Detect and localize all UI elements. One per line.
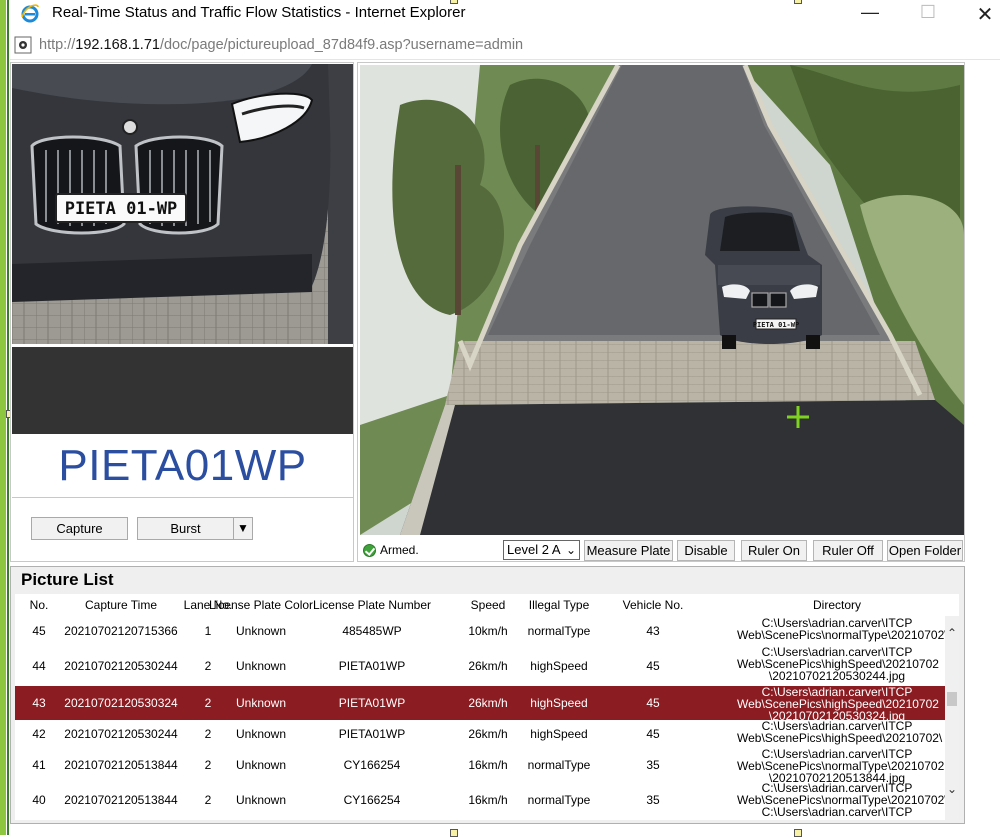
- window-title: Real-Time Status and Traffic Flow Statis…: [52, 4, 466, 21]
- scene-image: PIETA 01-WP: [360, 65, 964, 535]
- internet-explorer-icon: [21, 4, 39, 23]
- capture-button[interactable]: Capture: [31, 517, 128, 540]
- table-cell: 45: [646, 696, 660, 710]
- scroll-thumb[interactable]: [947, 692, 957, 706]
- address-bar[interactable]: http://192.168.1.71/doc/page/pictureuplo…: [10, 30, 1000, 60]
- table-row-selected[interactable]: 43 20210702120530324 2 Unknown PIETA01WP 26km…: [15, 686, 945, 722]
- level-select-value: Level 2 A: [507, 542, 561, 557]
- directory-cell: C:\Users\adrian.carver\ITCP Web\ScenePics…: [737, 748, 944, 784]
- ruler-off-button[interactable]: Ruler Off: [813, 540, 883, 561]
- table-cell: 35: [646, 758, 660, 772]
- table-cell: 43: [646, 624, 660, 638]
- url-prefix: http://: [39, 37, 76, 53]
- table-row[interactable]: 44 20210702120530244 2 Unknown PIETA01WP 26km…: [15, 646, 945, 686]
- resize-handle-bottom[interactable]: [450, 829, 458, 837]
- status-toolbar: Armed. Level 2 A ⌄ Measure Plate Disable…: [360, 539, 964, 561]
- picture-list-title: Picture List: [21, 570, 114, 589]
- picture-list-panel: Picture List No. Capture Time Lane No. Lice…: [10, 566, 965, 824]
- ruler-on-button[interactable]: Ruler On: [741, 540, 807, 561]
- directory-cell: C:\Users\adrian.carver\ITCP Web\ScenePics…: [737, 617, 948, 642]
- table-cell: 45: [646, 727, 660, 741]
- level-select[interactable]: Level 2 A ⌄: [503, 540, 580, 560]
- url-host: 192.168.1.71: [75, 37, 160, 53]
- car-front-image: PIETA 01-WP: [12, 64, 353, 344]
- scene-car-plate-label: PIETA 01-WP: [753, 321, 799, 329]
- maximize-button[interactable]: ☐: [913, 2, 943, 23]
- plate-number-text: PIETA01WP: [58, 441, 307, 490]
- vertical-scrollbar[interactable]: ⌃ ⌄: [945, 616, 959, 820]
- close-button[interactable]: ✕: [970, 2, 1000, 27]
- open-folder-button[interactable]: Open Folder: [887, 540, 963, 561]
- directory-line: Web\ScenePics\highSpeed\20210702\: [737, 731, 943, 745]
- panel-divider: [12, 497, 353, 498]
- directory-cell: C:\Users\adrian.carver\ITCP Web\ScenePics…: [737, 720, 943, 745]
- resize-handle-bottom-right[interactable]: [794, 829, 802, 837]
- table-row[interactable]: 45 20210702120715366 1 Unknown 485485WP 10km/…: [15, 616, 948, 646]
- table-row[interactable]: 41 20210702120513844 2 Unknown CY166254 16km/…: [15, 748, 945, 784]
- minimize-button[interactable]: —: [855, 2, 885, 23]
- measure-plate-button[interactable]: Measure Plate: [584, 540, 673, 561]
- table-cell: 45: [646, 659, 660, 673]
- directory-line: \20210702120530244.jpg: [768, 669, 906, 683]
- armed-status-text: Armed.: [380, 543, 419, 557]
- directory-line: Web\ScenePics\normalType\20210702\: [737, 628, 948, 642]
- url-text[interactable]: http://192.168.1.71/doc/page/pictureuplo…: [39, 37, 523, 53]
- car-plate-label: PIETA 01-WP: [65, 199, 178, 219]
- scene-panel: PIETA 01-WP Armed. Level 2 A ⌄ Measure P…: [357, 62, 965, 562]
- scroll-down-icon[interactable]: ⌄: [945, 782, 959, 796]
- resize-handle-top[interactable]: [450, 0, 458, 4]
- burst-dropdown-button[interactable]: ▼: [233, 517, 253, 540]
- plate-crop-image: PIETA 01-WP: [12, 64, 353, 344]
- table-cell: 35: [646, 793, 660, 807]
- directory-cell: C:\Users\adrian.carver\ITCP Web\ScenePics…: [737, 686, 939, 722]
- column-header[interactable]: Directory: [767, 598, 907, 612]
- plate-snapshot-area: [12, 347, 353, 434]
- table-header: No. Capture Time Lane No. License Plate Col…: [15, 594, 945, 616]
- road-scene-image: PIETA 01-WP: [360, 65, 964, 535]
- chevron-down-icon: ⌄: [565, 543, 576, 557]
- directory-cell: C:\Users\adrian.carver\ITCP Web\ScenePics…: [737, 782, 948, 819]
- disable-button[interactable]: Disable: [677, 540, 735, 561]
- picture-table: No. Capture Time Lane No. License Plate Col…: [15, 594, 959, 820]
- burst-button[interactable]: Burst: [137, 517, 234, 540]
- page-icon: [14, 36, 32, 54]
- directory-cell: C:\Users\adrian.carver\ITCP Web\ScenePics…: [737, 646, 939, 683]
- directory-line: C:\Users\adrian.carver\ITCP: [761, 805, 913, 819]
- armed-check-icon: [363, 544, 376, 557]
- browser-window: Real-Time Status and Traffic Flow Statis…: [0, 0, 1000, 837]
- resize-handle-top-right[interactable]: [794, 0, 802, 4]
- url-path: /doc/page/pictureupload_87d84f9.asp?user…: [159, 37, 524, 53]
- plate-panel: PIETA 01-WP PIETA01WP Capture Burst ▼: [10, 62, 354, 562]
- column-header[interactable]: Vehicle No.: [583, 598, 723, 612]
- table-row[interactable]: 40 20210702120513844 2 Unknown CY166254 16km/…: [15, 782, 948, 819]
- table-row[interactable]: 42 20210702120530244 2 Unknown PIETA01WP 26km…: [15, 720, 945, 748]
- scroll-up-icon[interactable]: ⌃: [945, 626, 959, 640]
- title-bar: Real-Time Status and Traffic Flow Statis…: [10, 0, 1000, 26]
